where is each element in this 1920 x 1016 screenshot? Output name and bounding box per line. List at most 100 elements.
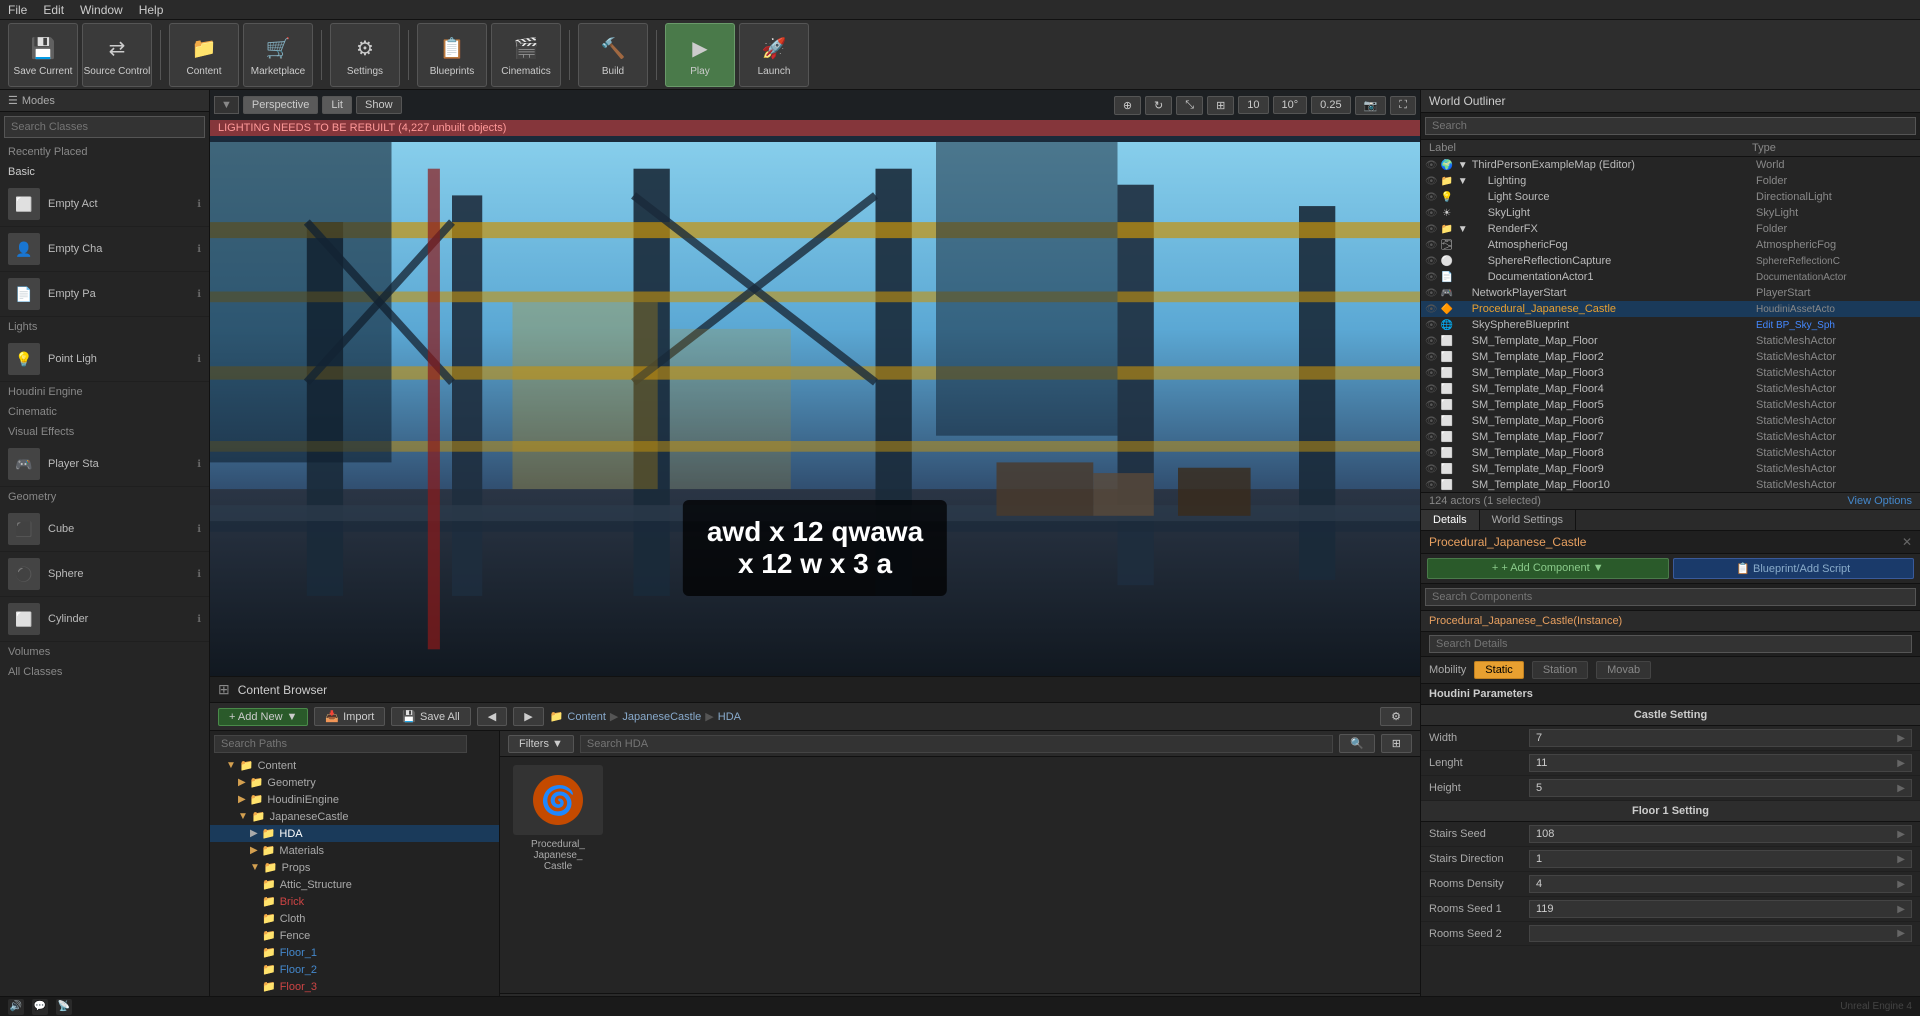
outliner-renderfx[interactable]: 👁 📁 ▼ RenderFX Folder: [1421, 221, 1920, 237]
content-button[interactable]: 📁 Content: [169, 23, 239, 87]
outliner-floor2[interactable]: 👁⬜ SM_Template_Map_Floor2 StaticMeshActo…: [1421, 349, 1920, 365]
placement-item-cube[interactable]: ⬛ Cube ℹ: [0, 507, 209, 552]
category-visual-fx[interactable]: Visual Effects: [0, 422, 209, 442]
viewport[interactable]: ▼ Perspective Lit Show ⊕ ↻ ⤡ ⊞ 10 10° 0.…: [210, 90, 1420, 676]
cb-forward-button[interactable]: ▶: [513, 707, 543, 726]
tree-brick[interactable]: 📁 Brick: [210, 893, 499, 910]
outliner-floor9[interactable]: 👁⬜ SM_Template_Map_Floor9 StaticMeshActo…: [1421, 461, 1920, 477]
placement-item-cylinder[interactable]: ⬜ Cylinder ℹ: [0, 597, 209, 642]
cb-back-button[interactable]: ◀: [477, 707, 507, 726]
category-all-classes[interactable]: All Classes: [0, 662, 209, 682]
mobility-movable-button[interactable]: Movab: [1596, 661, 1651, 679]
add-component-button[interactable]: + + Add Component ▼: [1427, 558, 1669, 579]
status-icon-3[interactable]: 📡: [56, 999, 72, 1015]
tree-fence[interactable]: 📁 Fence: [210, 927, 499, 944]
param-rooms-seed1-value[interactable]: 119 ▶: [1529, 900, 1912, 918]
placement-item-sphere[interactable]: ⚫ Sphere ℹ: [0, 552, 209, 597]
category-houdini[interactable]: Houdini Engine: [0, 382, 209, 402]
outliner-floor7[interactable]: 👁⬜ SM_Template_Map_Floor7 StaticMeshActo…: [1421, 429, 1920, 445]
outliner-sphere-reflect[interactable]: 👁 ⚪ SphereReflectionCapture SphereReflec…: [1421, 253, 1920, 269]
vp-rotate-btn[interactable]: ↻: [1145, 96, 1172, 115]
outliner-procedural-castle[interactable]: 👁 🔶 Procedural_Japanese_Castle HoudiniAs…: [1421, 301, 1920, 317]
tree-attic[interactable]: 📁 Attic_Structure: [210, 876, 499, 893]
category-recently-placed[interactable]: Recently Placed: [0, 142, 209, 162]
vp-dropdown[interactable]: ▼: [214, 96, 239, 114]
vp-perspective-btn[interactable]: Perspective: [243, 96, 318, 114]
outliner-sky-light[interactable]: 👁 ☀ SkyLight SkyLight: [1421, 205, 1920, 221]
import-button[interactable]: 📥 Import: [314, 707, 385, 726]
category-cinematic[interactable]: Cinematic: [0, 402, 209, 422]
outliner-floor[interactable]: 👁⬜ SM_Template_Map_Floor StaticMeshActor: [1421, 333, 1920, 349]
breadcrumb-hda[interactable]: HDA: [718, 711, 741, 723]
param-height-value[interactable]: 5 ▶: [1529, 779, 1912, 797]
menu-help[interactable]: Help: [139, 3, 164, 17]
category-lights[interactable]: Lights: [0, 317, 209, 337]
tree-japanese-castle[interactable]: ▼ 📁 JapaneseCastle: [210, 808, 499, 825]
launch-button[interactable]: 🚀 Launch: [739, 23, 809, 87]
outliner-floor10[interactable]: 👁⬜ SM_Template_Map_Floor10 StaticMeshAct…: [1421, 477, 1920, 492]
breadcrumb-japanese-castle[interactable]: JapaneseCastle: [622, 711, 701, 723]
menu-file[interactable]: File: [8, 3, 27, 17]
mobility-station-button[interactable]: Station: [1532, 661, 1588, 679]
save-all-button[interactable]: 💾 Save All: [391, 707, 470, 726]
tree-houdini-engine[interactable]: ▶ 📁 HoudiniEngine: [210, 791, 499, 808]
tree-floor3[interactable]: 📁 Floor_3: [210, 978, 499, 995]
outliner-network-player[interactable]: 👁 🎮 NetworkPlayerStart PlayerStart: [1421, 285, 1920, 301]
outliner-floor3[interactable]: 👁⬜ SM_Template_Map_Floor3 StaticMeshActo…: [1421, 365, 1920, 381]
cinematics-button[interactable]: 🎬 Cinematics: [491, 23, 561, 87]
outliner-light-source[interactable]: 👁 💡 Light Source DirectionalLight: [1421, 189, 1920, 205]
menu-edit[interactable]: Edit: [43, 3, 64, 17]
tree-hda[interactable]: ▶ 📁 HDA: [210, 825, 499, 842]
vp-translate-btn[interactable]: ⊕: [1114, 96, 1141, 115]
search-paths-input[interactable]: [214, 735, 467, 753]
outliner-world[interactable]: 👁 🌍 ▼ ThirdPersonExampleMap (Editor) Wor…: [1421, 157, 1920, 173]
outliner-floor4[interactable]: 👁⬜ SM_Template_Map_Floor4 StaticMeshActo…: [1421, 381, 1920, 397]
outliner-sky-sphere[interactable]: 👁 🌐 SkySphereBlueprint Edit BP_Sky_Sph: [1421, 317, 1920, 333]
tree-content[interactable]: ▼ 📁 Content: [210, 757, 499, 774]
vp-grid-btn[interactable]: ⊞: [1207, 96, 1234, 115]
vp-grid-size[interactable]: 10: [1238, 96, 1268, 114]
mobility-static-button[interactable]: Static: [1474, 661, 1524, 679]
search-components-input[interactable]: [1425, 588, 1916, 606]
marketplace-button[interactable]: 🛒 Marketplace: [243, 23, 313, 87]
outliner-floor5[interactable]: 👁⬜ SM_Template_Map_Floor5 StaticMeshActo…: [1421, 397, 1920, 413]
settings-button[interactable]: ⚙ Settings: [330, 23, 400, 87]
category-basic[interactable]: Basic: [0, 162, 209, 182]
vp-show-btn[interactable]: Show: [356, 96, 402, 114]
tree-props[interactable]: ▼ 📁 Props: [210, 859, 499, 876]
add-new-button[interactable]: + Add New ▼: [218, 708, 308, 726]
param-rooms-density-value[interactable]: 4 ▶: [1529, 875, 1912, 893]
view-options-link[interactable]: View Options: [1847, 495, 1912, 507]
play-button[interactable]: ▶ Play: [665, 23, 735, 87]
search-classes-input[interactable]: [4, 116, 205, 138]
menu-window[interactable]: Window: [80, 3, 123, 17]
tree-floor2[interactable]: 📁 Floor_2: [210, 961, 499, 978]
category-volumes[interactable]: Volumes: [0, 642, 209, 662]
save-current-button[interactable]: 💾 Save Current: [8, 23, 78, 87]
outliner-floor6[interactable]: 👁⬜ SM_Template_Map_Floor6 StaticMeshActo…: [1421, 413, 1920, 429]
asset-procedural-japanese-castle[interactable]: 🌀 Procedural_Japanese_Castle: [508, 765, 608, 872]
param-lenght-value[interactable]: 11 ▶: [1529, 754, 1912, 772]
source-control-button[interactable]: ⇄ Source Control: [82, 23, 152, 87]
search-details-input[interactable]: [1429, 635, 1912, 653]
search-hda-input[interactable]: [580, 735, 1333, 753]
param-stairs-seed-value[interactable]: 108 ▶: [1529, 825, 1912, 843]
blueprints-button[interactable]: 📋 Blueprints: [417, 23, 487, 87]
build-button[interactable]: 🔨 Build: [578, 23, 648, 87]
outliner-search-input[interactable]: [1425, 117, 1916, 135]
outliner-doc-actor[interactable]: 👁 📄 DocumentationActor1 DocumentationAct…: [1421, 269, 1920, 285]
placement-item-empty-pa[interactable]: 📄 Empty Pa ℹ: [0, 272, 209, 317]
vp-scale-btn[interactable]: ⤡: [1176, 96, 1203, 115]
vp-camera[interactable]: 📷: [1355, 96, 1387, 115]
outliner-lighting[interactable]: 👁 📁 ▼ Lighting Folder: [1421, 173, 1920, 189]
placement-item-empty-cha[interactable]: 👤 Empty Cha ℹ: [0, 227, 209, 272]
outliner-floor8[interactable]: 👁⬜ SM_Template_Map_Floor8 StaticMeshActo…: [1421, 445, 1920, 461]
tab-details[interactable]: Details: [1421, 510, 1480, 530]
tree-materials[interactable]: ▶ 📁 Materials: [210, 842, 499, 859]
tree-cloth[interactable]: 📁 Cloth: [210, 910, 499, 927]
vp-lit-btn[interactable]: Lit: [322, 96, 352, 114]
param-width-value[interactable]: 7 ▶: [1529, 729, 1912, 747]
cb-settings-button[interactable]: ⚙: [1380, 707, 1412, 726]
vp-angle[interactable]: 10°: [1273, 96, 1308, 114]
outliner-atmospheric-fog[interactable]: 👁 🌫 AtmosphericFog AtmosphericFog: [1421, 237, 1920, 253]
